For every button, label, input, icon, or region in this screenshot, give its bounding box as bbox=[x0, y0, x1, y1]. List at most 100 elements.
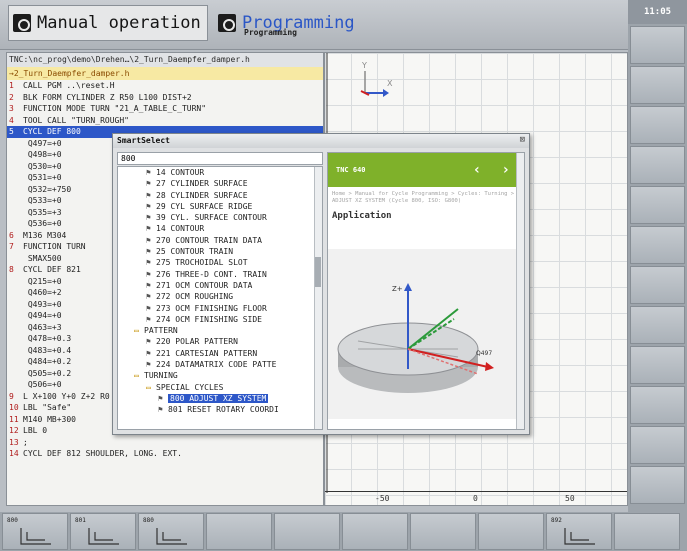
clock: 11:05 bbox=[628, 0, 687, 24]
help-header: TNC 640 ‹ › bbox=[328, 153, 524, 187]
program-line-number: 13 bbox=[9, 437, 19, 447]
program-line-text: Q533=+0 bbox=[23, 196, 62, 205]
tree-item[interactable]: ⚑ 272 OCM ROUGHING bbox=[118, 291, 322, 302]
help-figure: Z+ Q497 bbox=[328, 249, 518, 419]
tree-item[interactable]: ▭ TURNING bbox=[118, 370, 322, 381]
tree-item-label: 221 CARTESIAN PATTERN bbox=[156, 348, 258, 358]
program-line-text: FUNCTION TURN bbox=[23, 242, 86, 251]
program-line-text: Q493=+0 bbox=[23, 299, 62, 309]
tree-item[interactable]: ⚑ 25 CONTOUR TRAIN bbox=[118, 246, 322, 257]
tree-item[interactable]: ⚑ 220 POLAR PATTERN bbox=[118, 336, 322, 347]
tree-item-label: 220 POLAR PATTERN bbox=[156, 337, 238, 347]
mode-manual-label: Manual operation bbox=[37, 13, 201, 33]
tree-item-label: 29 CYL SURFACE RIDGE bbox=[156, 201, 253, 211]
ruler-label-left: -50 bbox=[375, 494, 390, 503]
program-line-text: Q505=+0.2 bbox=[23, 368, 72, 378]
softkey-4[interactable] bbox=[206, 513, 272, 550]
vertical-softkey-7[interactable] bbox=[630, 266, 685, 304]
help-panel[interactable]: TNC 640 ‹ › Home > Manual for Cycle Prog… bbox=[327, 152, 525, 430]
tree-item[interactable]: ⚑ 29 CYL SURFACE RIDGE bbox=[118, 201, 322, 212]
tree-item[interactable]: ⚑ 273 OCM FINISHING FLOOR bbox=[118, 303, 322, 314]
mode-manual-operation[interactable]: Manual operation bbox=[8, 5, 208, 41]
tree-item[interactable]: ⚑ 221 CARTESIAN PATTERN bbox=[118, 348, 322, 359]
folder-icon: ▭ bbox=[134, 371, 139, 381]
tree-item[interactable]: ⚑ 39 CYL. SURFACE CONTOUR bbox=[118, 212, 322, 223]
program-line[interactable]: 14 CYCL DEF 812 SHOULDER, LONG. EXT. bbox=[7, 448, 323, 460]
program-line-text: Q532=+750 bbox=[23, 184, 72, 194]
tree-scrollbar[interactable] bbox=[314, 167, 322, 429]
tree-item[interactable]: ⚑ 14 CONTOUR bbox=[118, 223, 322, 234]
softkey-label: 800 bbox=[7, 517, 18, 524]
program-line[interactable]: 4 TOOL CALL "TURN_ROUGH" bbox=[7, 115, 323, 127]
tree-item[interactable]: ⚑ 224 DATAMATRIX CODE PATTE bbox=[118, 359, 322, 370]
program-line[interactable]: 1 CALL PGM ..\reset.H bbox=[7, 80, 323, 92]
tree-item[interactable]: ⚑ 27 CYLINDER SURFACE bbox=[118, 178, 322, 189]
tree-item[interactable]: ⚑ 14 CONTOUR bbox=[118, 167, 322, 178]
softkey-3[interactable]: 880 bbox=[138, 513, 204, 550]
help-scrollbar[interactable] bbox=[516, 153, 524, 429]
softkey-2[interactable]: 801 bbox=[70, 513, 136, 550]
programming-mode-icon bbox=[218, 14, 236, 32]
vertical-softkey-8[interactable] bbox=[630, 306, 685, 344]
tree-scrollbar-thumb[interactable] bbox=[315, 257, 321, 287]
vertical-softkey-2[interactable] bbox=[630, 66, 685, 104]
vertical-softkey-9[interactable] bbox=[630, 346, 685, 384]
softkey-6[interactable] bbox=[342, 513, 408, 550]
softkey-5[interactable] bbox=[274, 513, 340, 550]
program-line[interactable]: 2 BLK FORM CYLINDER Z R50 L100 DIST+2 bbox=[7, 92, 323, 104]
softkey-9[interactable]: 892 bbox=[546, 513, 612, 550]
tree-item-label: 14 CONTOUR bbox=[156, 224, 205, 234]
machine-mode-icon bbox=[13, 14, 31, 32]
cycle-tree[interactable]: ⚑ 14 CONTOUR ⚑ 27 CYLINDER SURFACE ⚑ 28 CYLIN… bbox=[117, 166, 323, 430]
cycle-icon: ⚑ bbox=[146, 258, 151, 268]
program-line-text: Q484=+0.2 bbox=[23, 357, 72, 366]
tree-item[interactable]: ⚑ 275 TROCHOIDAL SLOT bbox=[118, 257, 322, 268]
vertical-softkey-5[interactable] bbox=[630, 186, 685, 224]
program-line-number: 7 bbox=[9, 242, 14, 251]
tree-item[interactable]: ▭ PATTERN bbox=[118, 325, 322, 336]
smartselect-dialog[interactable]: SmartSelect ⊠ 800 ⚑ 14 CONTOUR ⚑ 27 CYLINDE… bbox=[112, 133, 530, 435]
program-line[interactable]: 3 FUNCTION MODE TURN "21_A_TABLE_C_TURN" bbox=[7, 103, 323, 115]
vertical-softkey-1[interactable] bbox=[630, 26, 685, 64]
tree-item[interactable]: ⚑ 271 OCM CONTOUR DATA bbox=[118, 280, 322, 291]
tree-item[interactable]: ⚑ 270 CONTOUR TRAIN DATA bbox=[118, 235, 322, 246]
vertical-softkey-10[interactable] bbox=[630, 386, 685, 424]
mode-programming[interactable]: Programming Programming bbox=[218, 5, 488, 41]
vertical-softkey-11[interactable] bbox=[630, 426, 685, 464]
softkey-cycle-icon bbox=[88, 528, 119, 545]
vertical-softkey-3[interactable] bbox=[630, 106, 685, 144]
tree-item-label: 273 OCM FINISHING FLOOR bbox=[156, 303, 267, 313]
softkey-10[interactable] bbox=[614, 513, 680, 550]
vertical-softkey-12[interactable] bbox=[630, 466, 685, 504]
program-line-text: Q535=+3 bbox=[23, 207, 62, 217]
tree-item[interactable]: ▭ SPECIAL CYCLES bbox=[118, 382, 322, 393]
cycle-tree-items: ⚑ 14 CONTOUR ⚑ 27 CYLINDER SURFACE ⚑ 28 CYLIN… bbox=[118, 167, 322, 416]
program-file-name: →2_Turn_Daempfer_damper.h bbox=[7, 67, 323, 80]
tree-item[interactable]: ⚑ 801 RESET ROTARY COORDI bbox=[118, 404, 322, 415]
vertical-softkey-4[interactable] bbox=[630, 146, 685, 184]
tree-item-label: 271 OCM CONTOUR DATA bbox=[156, 280, 253, 290]
softkey-8[interactable] bbox=[478, 513, 544, 550]
tree-item-label: 274 OCM FINISHING SIDE bbox=[156, 314, 262, 324]
softkey-7[interactable] bbox=[410, 513, 476, 550]
program-line-text: Q215=+0 bbox=[23, 276, 62, 286]
program-line[interactable]: 13; bbox=[7, 437, 323, 449]
cycle-icon: ⚑ bbox=[146, 235, 151, 245]
close-icon[interactable]: ⊠ bbox=[520, 135, 525, 145]
program-line-text: Q506=+0 bbox=[23, 380, 62, 389]
vertical-softkey-6[interactable] bbox=[630, 226, 685, 264]
tree-item[interactable]: ⚑ 274 OCM FINISHING SIDE bbox=[118, 314, 322, 325]
cycle-icon: ⚑ bbox=[146, 168, 151, 177]
program-line-text: CYCL DEF 821 bbox=[23, 265, 81, 274]
smartselect-search-input[interactable]: 800 bbox=[117, 152, 323, 165]
tree-item[interactable]: ⚑ 28 CYLINDER SURFACE bbox=[118, 190, 322, 201]
cycle-icon: ⚑ bbox=[146, 213, 151, 223]
tree-item[interactable]: ⚑ 800 ADJUST XZ SYSTEM bbox=[118, 393, 322, 404]
program-line-text: Q483=+0.4 bbox=[23, 345, 72, 355]
help-nav-arrows[interactable]: ‹ › bbox=[473, 162, 516, 178]
softkey-label: 801 bbox=[75, 517, 86, 524]
ruler-label-mid: 0 bbox=[473, 494, 478, 503]
cycle-icon: ⚑ bbox=[146, 314, 151, 324]
softkey-1[interactable]: 800 bbox=[2, 513, 68, 550]
tree-item[interactable]: ⚑ 276 THREE-D CONT. TRAIN bbox=[118, 269, 322, 280]
